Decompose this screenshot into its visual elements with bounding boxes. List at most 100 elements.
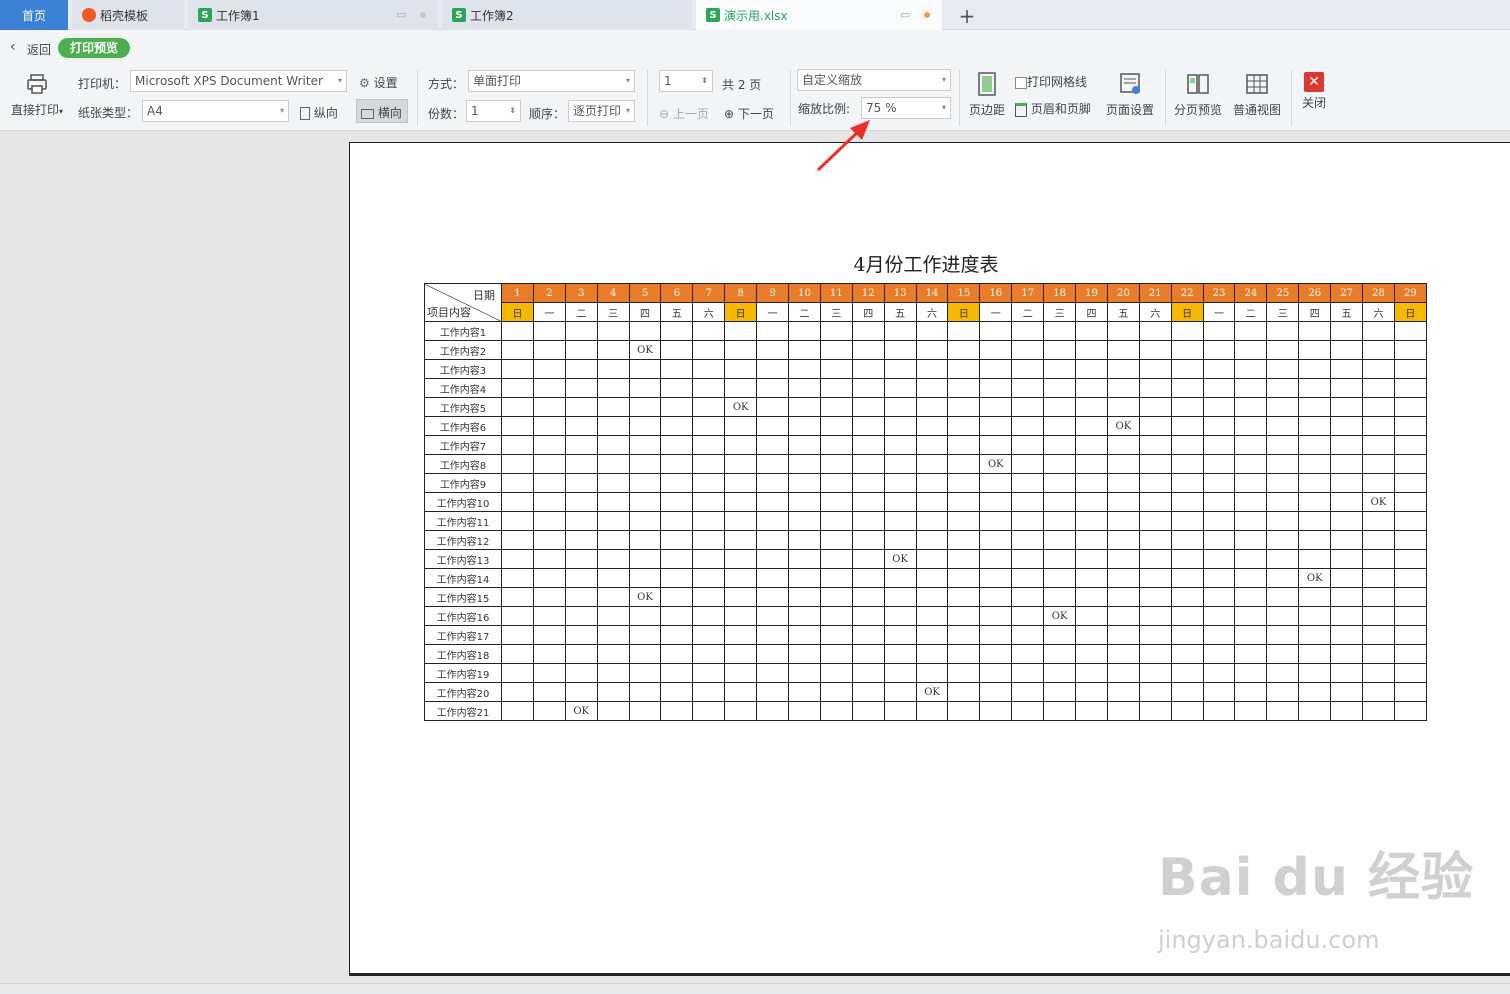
- print-grid-toggle[interactable]: 打印网格线: [1015, 73, 1087, 90]
- schedule-cell[interactable]: [1138, 416, 1172, 436]
- schedule-cell[interactable]: [1202, 435, 1236, 455]
- schedule-cell[interactable]: [851, 587, 885, 607]
- schedule-cell[interactable]: [819, 397, 853, 417]
- schedule-cell[interactable]: [1266, 549, 1300, 569]
- schedule-cell[interactable]: [947, 530, 981, 550]
- schedule-cell[interactable]: [660, 606, 694, 626]
- schedule-cell[interactable]: [564, 530, 598, 550]
- schedule-cell[interactable]: [1106, 397, 1140, 417]
- schedule-cell[interactable]: [819, 644, 853, 664]
- schedule-cell[interactable]: [851, 663, 885, 683]
- schedule-cell[interactable]: [692, 549, 726, 569]
- next-page-button[interactable]: ⊕ 下一页: [724, 105, 774, 122]
- schedule-cell[interactable]: [1075, 511, 1108, 531]
- schedule-cell[interactable]: [979, 397, 1013, 417]
- schedule-cell[interactable]: [532, 663, 566, 683]
- schedule-cell[interactable]: [1106, 511, 1140, 531]
- schedule-cell[interactable]: [883, 378, 917, 398]
- schedule-cell[interactable]: [915, 378, 949, 398]
- schedule-cell[interactable]: [1106, 492, 1140, 512]
- schedule-cell[interactable]: [596, 606, 630, 626]
- schedule-cell[interactable]: [1266, 606, 1300, 626]
- schedule-cell[interactable]: [788, 492, 821, 512]
- schedule-cell[interactable]: [1202, 321, 1236, 341]
- schedule-cell[interactable]: [1138, 663, 1172, 683]
- schedule-cell[interactable]: [1266, 511, 1300, 531]
- schedule-cell[interactable]: [851, 340, 885, 360]
- schedule-cell[interactable]: [1298, 359, 1332, 379]
- schedule-cell[interactable]: [756, 454, 790, 474]
- schedule-cell[interactable]: [1202, 587, 1236, 607]
- schedule-cell[interactable]: [883, 359, 917, 379]
- schedule-cell[interactable]: [1362, 701, 1395, 721]
- schedule-cell[interactable]: [947, 701, 981, 721]
- schedule-cell[interactable]: [1106, 549, 1140, 569]
- ok-mark-cell[interactable]: OK: [1298, 568, 1332, 588]
- schedule-cell[interactable]: [756, 416, 790, 436]
- schedule-cell[interactable]: [915, 397, 949, 417]
- schedule-cell[interactable]: [883, 530, 917, 550]
- schedule-cell[interactable]: [947, 378, 981, 398]
- schedule-cell[interactable]: [1234, 701, 1268, 721]
- schedule-cell[interactable]: [788, 454, 821, 474]
- schedule-cell[interactable]: [851, 359, 885, 379]
- schedule-cell[interactable]: [1170, 397, 1204, 417]
- schedule-cell[interactable]: [660, 682, 694, 702]
- schedule-cell[interactable]: [851, 321, 885, 341]
- schedule-cell[interactable]: [1393, 568, 1427, 588]
- ok-mark-cell[interactable]: OK: [883, 549, 917, 569]
- schedule-cell[interactable]: [1075, 340, 1108, 360]
- schedule-cell[interactable]: [851, 454, 885, 474]
- schedule-cell[interactable]: [501, 321, 534, 341]
- schedule-cell[interactable]: [628, 454, 662, 474]
- schedule-cell[interactable]: [1234, 511, 1268, 531]
- schedule-cell[interactable]: [564, 340, 598, 360]
- schedule-cell[interactable]: [915, 359, 949, 379]
- schedule-cell[interactable]: [692, 378, 726, 398]
- schedule-cell[interactable]: [532, 511, 566, 531]
- schedule-cell[interactable]: [788, 663, 821, 683]
- schedule-cell[interactable]: [756, 663, 790, 683]
- schedule-cell[interactable]: [915, 511, 949, 531]
- schedule-cell[interactable]: [724, 682, 758, 702]
- schedule-cell[interactable]: [1393, 321, 1427, 341]
- schedule-cell[interactable]: [564, 416, 598, 436]
- schedule-cell[interactable]: [1170, 568, 1204, 588]
- schedule-cell[interactable]: [1106, 682, 1140, 702]
- page-break-preview-button[interactable]: 分页预览: [1172, 72, 1224, 118]
- schedule-cell[interactable]: [1266, 397, 1300, 417]
- schedule-cell[interactable]: [532, 359, 566, 379]
- schedule-cell[interactable]: [628, 625, 662, 645]
- schedule-cell[interactable]: [596, 321, 630, 341]
- schedule-cell[interactable]: [1170, 549, 1204, 569]
- schedule-cell[interactable]: [1170, 378, 1204, 398]
- schedule-cell[interactable]: [756, 378, 790, 398]
- ok-mark-cell[interactable]: OK: [628, 587, 662, 607]
- schedule-cell[interactable]: [947, 625, 981, 645]
- schedule-cell[interactable]: [979, 644, 1013, 664]
- schedule-cell[interactable]: [1170, 321, 1204, 341]
- schedule-cell[interactable]: [1266, 435, 1300, 455]
- schedule-cell[interactable]: [1362, 644, 1395, 664]
- schedule-cell[interactable]: [1138, 473, 1172, 493]
- schedule-cell[interactable]: [724, 435, 758, 455]
- schedule-cell[interactable]: [501, 606, 534, 626]
- schedule-cell[interactable]: [979, 682, 1013, 702]
- schedule-cell[interactable]: [851, 473, 885, 493]
- schedule-cell[interactable]: [1234, 530, 1268, 550]
- schedule-cell[interactable]: [1362, 435, 1395, 455]
- schedule-cell[interactable]: [915, 587, 949, 607]
- schedule-cell[interactable]: [1330, 397, 1364, 417]
- schedule-cell[interactable]: [596, 511, 630, 531]
- schedule-cell[interactable]: [1011, 511, 1045, 531]
- schedule-cell[interactable]: [532, 682, 566, 702]
- schedule-cell[interactable]: [1266, 473, 1300, 493]
- schedule-cell[interactable]: [692, 416, 726, 436]
- schedule-cell[interactable]: [692, 511, 726, 531]
- schedule-cell[interactable]: [1330, 530, 1364, 550]
- schedule-cell[interactable]: [596, 568, 630, 588]
- schedule-cell[interactable]: [756, 435, 790, 455]
- schedule-cell[interactable]: [724, 587, 758, 607]
- schedule-cell[interactable]: [788, 321, 821, 341]
- schedule-cell[interactable]: [883, 340, 917, 360]
